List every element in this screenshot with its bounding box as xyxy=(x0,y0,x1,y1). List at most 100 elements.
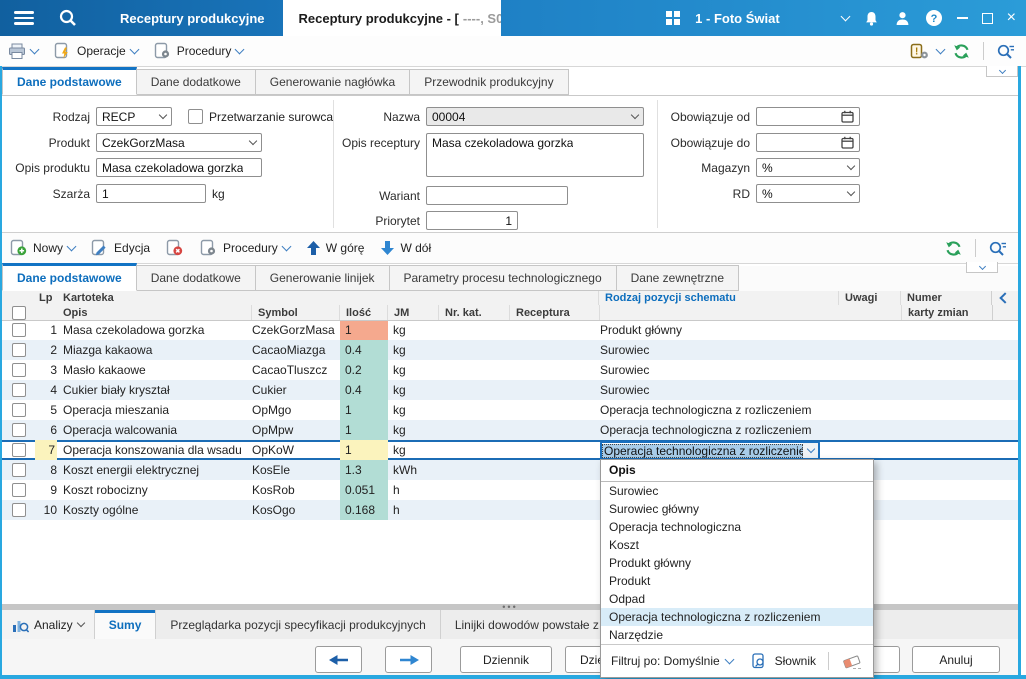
row-checkbox[interactable] xyxy=(11,443,26,457)
opis-receptury-textarea[interactable]: Masa czekoladowa gorzka xyxy=(426,133,644,177)
settings-chevron-down-icon[interactable] xyxy=(935,44,946,55)
close-button[interactable]: × xyxy=(1007,10,1016,26)
dropdown-item[interactable]: Operacja technologiczna xyxy=(601,518,873,536)
rodzaj-combobox-open-button[interactable] xyxy=(803,443,818,458)
settings-alert-icon[interactable]: ! xyxy=(910,43,929,60)
col-nr-kat[interactable]: Nr. kat. xyxy=(439,305,510,320)
col-lp[interactable]: Lp↑ xyxy=(35,291,57,305)
edycja-button[interactable]: Edycja xyxy=(83,234,158,262)
btab-przegladarka[interactable]: Przeglądarka pozycji specyfikacji produk… xyxy=(156,610,441,639)
refresh-icon[interactable] xyxy=(952,43,971,60)
row-checkbox[interactable] xyxy=(11,483,26,497)
col-ilosc[interactable]: Ilość xyxy=(340,305,388,320)
szarza-input[interactable]: 1 xyxy=(96,184,206,203)
table-row[interactable]: 2 Miazga kakaowa CacaoMiazga 0.4 kg Suro… xyxy=(2,340,1018,360)
apps-grid-icon[interactable] xyxy=(665,10,681,26)
anuluj-button[interactable]: Anuluj xyxy=(912,646,1000,673)
row-checkbox[interactable] xyxy=(11,403,26,417)
help-icon[interactable]: ? xyxy=(925,9,943,27)
row-checkbox[interactable] xyxy=(11,503,26,517)
prev-record-button[interactable] xyxy=(315,646,362,673)
gtab-dane-dodatkowe[interactable]: Dane dodatkowe xyxy=(136,265,256,291)
row-checkbox[interactable] xyxy=(11,383,26,397)
hamburger-menu-button[interactable] xyxy=(0,0,48,36)
dropdown-item[interactable]: Operacja technologiczna z rozliczeniem xyxy=(601,608,873,626)
obowiazuje-do-input[interactable] xyxy=(756,133,860,152)
table-row[interactable]: 4 Cukier biały kryształ Cukier 0.4 kg Su… xyxy=(2,380,1018,400)
tab-generowanie-naglowka[interactable]: Generowanie nagłówka xyxy=(255,69,411,95)
window-tab-active[interactable]: Receptury produkcyjne - [ ----, S0 xyxy=(282,0,501,36)
minimize-button[interactable] xyxy=(956,17,968,19)
dropdown-item[interactable]: Odpad xyxy=(601,590,873,608)
move-down-button[interactable]: W dół xyxy=(372,234,439,262)
collapse-panel-tab-grid[interactable] xyxy=(966,262,998,273)
row-checkbox[interactable] xyxy=(11,423,26,437)
col-uwagi[interactable]: Uwagi xyxy=(839,291,901,305)
calendar-icon[interactable] xyxy=(841,110,854,123)
table-row[interactable]: 5 Operacja mieszania OpMgo 1 kg Operacja… xyxy=(2,400,1018,420)
dropdown-item[interactable]: Surowiec główny xyxy=(601,500,873,518)
table-row[interactable]: 3 Masło kakaowe CacaoTluszcz 0.2 kg Suro… xyxy=(2,360,1018,380)
rd-select[interactable]: % xyxy=(756,184,860,203)
tab-dane-dodatkowe[interactable]: Dane dodatkowe xyxy=(136,69,256,95)
dropdown-item[interactable]: Koszt xyxy=(601,536,873,554)
col-karty-zmian[interactable]: karty zmian xyxy=(902,305,992,320)
opis-produktu-input[interactable]: Masa czekoladowa gorzka xyxy=(96,158,262,177)
dropdown-item[interactable]: Produkt xyxy=(601,572,873,590)
procedury-button[interactable]: Procedury xyxy=(146,37,252,65)
col-opis[interactable]: Opis xyxy=(57,305,252,320)
wariant-input[interactable] xyxy=(426,186,568,205)
dropdown-item[interactable]: Surowiec xyxy=(601,482,873,500)
btab-sumy[interactable]: Sumy xyxy=(94,610,157,639)
next-record-button[interactable] xyxy=(385,646,432,673)
collapse-side-panel-button[interactable] xyxy=(991,291,1018,305)
collapse-panel-tab-top[interactable] xyxy=(986,66,1018,77)
grid-search-filter-icon[interactable] xyxy=(988,240,1008,257)
grid-refresh-icon[interactable] xyxy=(944,240,963,257)
rodzaj-select[interactable]: RECP xyxy=(96,107,172,126)
print-button[interactable] xyxy=(0,37,46,65)
dropdown-item[interactable]: Produkt główny xyxy=(601,554,873,572)
delete-button[interactable] xyxy=(158,234,192,262)
priorytet-input[interactable]: 1 xyxy=(426,211,518,230)
notifications-bell-icon[interactable] xyxy=(863,10,880,27)
row-checkbox[interactable] xyxy=(11,463,26,477)
analizy-button[interactable]: Analizy xyxy=(2,610,95,639)
search-filter-icon[interactable] xyxy=(996,43,1016,60)
col-symbol[interactable]: Symbol xyxy=(252,305,340,320)
col-kartoteka[interactable]: Kartoteka xyxy=(57,291,599,305)
move-up-button[interactable]: W górę xyxy=(298,234,373,262)
select-all-checkbox[interactable] xyxy=(12,305,26,320)
row-checkbox[interactable] xyxy=(11,343,26,357)
company-chevron-down-icon[interactable] xyxy=(840,11,851,22)
table-row[interactable]: 7 Operacja konszowania dla wsadu OpKoW 1… xyxy=(2,440,1018,460)
gtab-parametry-procesu[interactable]: Parametry procesu technologicznego xyxy=(389,265,617,291)
table-row[interactable]: 6 Operacja walcowania OpMpw 1 kg Operacj… xyxy=(2,420,1018,440)
tab-dane-podstawowe[interactable]: Dane podstawowe xyxy=(2,67,137,95)
global-search-button[interactable] xyxy=(48,0,88,36)
user-icon[interactable] xyxy=(894,10,911,27)
col-jm[interactable]: JM xyxy=(388,305,439,320)
nazwa-select[interactable]: 00004 xyxy=(426,107,644,126)
dziennik-button[interactable]: Dziennik xyxy=(460,646,552,673)
row-checkbox[interactable] xyxy=(11,323,26,337)
tab-przewodnik-produkcyjny[interactable]: Przewodnik produkcyjny xyxy=(410,69,569,95)
gtab-dane-podstawowe[interactable]: Dane podstawowe xyxy=(2,263,137,291)
maximize-button[interactable] xyxy=(981,12,993,24)
nowy-button[interactable]: Nowy xyxy=(2,234,83,262)
dropdown-item[interactable]: Narzędzie xyxy=(601,626,873,644)
produkt-select[interactable]: CzekGorzMasa xyxy=(96,133,262,152)
gtab-dane-zewnetrzne[interactable]: Dane zewnętrzne xyxy=(616,265,740,291)
grid-procedury-button[interactable]: Procedury xyxy=(192,234,298,262)
magazyn-select[interactable]: % xyxy=(756,158,860,177)
table-row[interactable]: 1 Masa czekoladowa gorzka CzekGorzMasa 1… xyxy=(2,320,1018,340)
col-numer[interactable]: Numer xyxy=(901,291,991,305)
window-tab-inactive[interactable]: Receptury produkcyjne xyxy=(102,0,283,36)
przetwarzanie-surowca-checkbox[interactable] xyxy=(188,109,203,124)
row-checkbox[interactable] xyxy=(11,363,26,377)
col-receptura[interactable]: Receptura xyxy=(510,305,600,320)
company-selector[interactable]: 1 - Foto Świat xyxy=(695,11,780,26)
calendar-icon[interactable] xyxy=(841,136,854,149)
eraser-icon[interactable] xyxy=(841,653,863,670)
operacje-button[interactable]: Operacje xyxy=(46,37,146,65)
